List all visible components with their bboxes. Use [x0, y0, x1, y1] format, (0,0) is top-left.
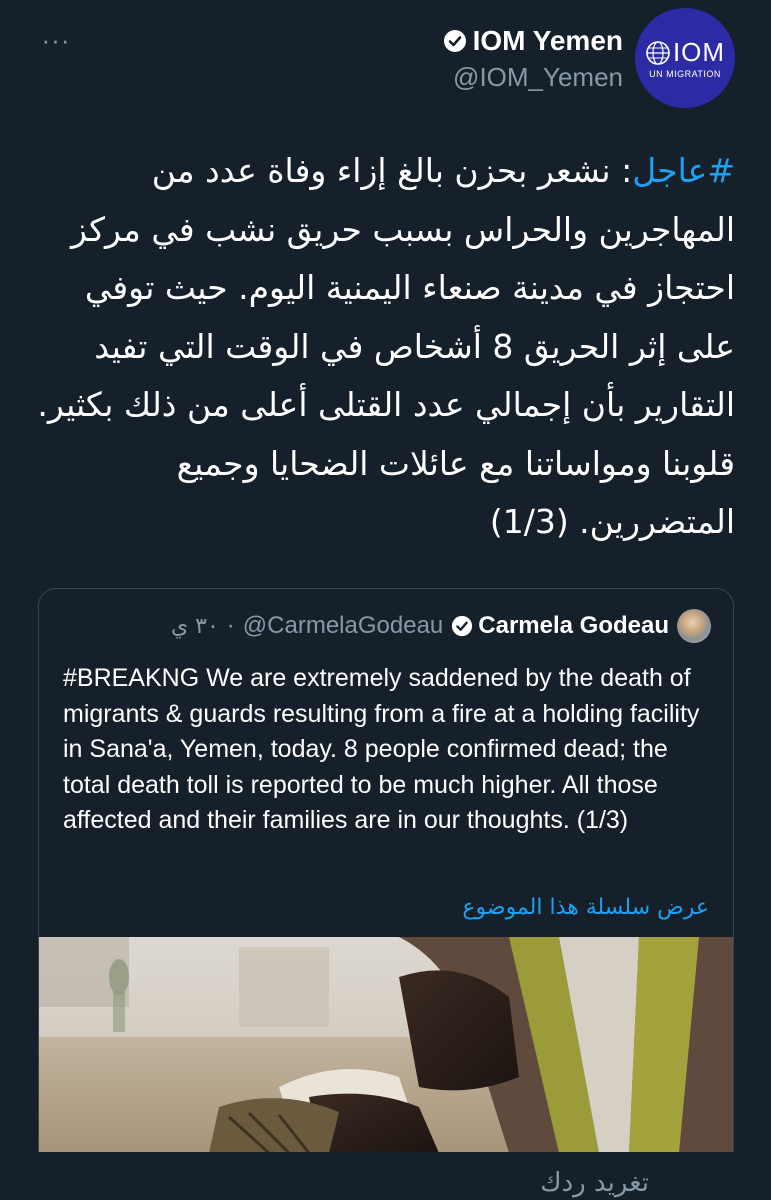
quoted-tweet-card[interactable]: ٣٠ ي · @CarmelaGodeau Carmela Godeau #BR… [38, 588, 734, 1200]
verified-icon [452, 615, 473, 637]
photo-illustration [39, 937, 733, 1153]
more-icon: ··· [41, 25, 71, 55]
quoted-tweet-separator: · [226, 612, 235, 639]
quoted-tweet-header: ٣٠ ي · @CarmelaGodeau Carmela Godeau [171, 609, 711, 643]
reply-input-hint[interactable]: تغريد ردك [540, 1168, 649, 1200]
avatar-logo-subtext: UN MIGRATION [649, 69, 721, 79]
quoted-tweet-time[interactable]: ٣٠ ي [171, 614, 219, 639]
quoted-tweet-name: Carmela Godeau [478, 612, 669, 639]
iom-logo-icon [646, 40, 670, 65]
avatar[interactable]: IOM UN MIGRATION [635, 8, 735, 108]
tweet-hashtag[interactable]: #عاجل [632, 151, 735, 190]
tweet-body: : نشعر بحزن بالغ إزاء وفاة عدد من المهاج… [37, 151, 735, 541]
quoted-tweet-avatar [677, 609, 711, 643]
show-thread-link[interactable]: عرض سلسلة هذا الموضوع [462, 895, 709, 920]
author-info[interactable]: IOM Yemen @IOM_Yemen [443, 24, 623, 94]
quoted-tweet-image[interactable] [39, 937, 733, 1153]
reply-bar [0, 1152, 771, 1200]
avatar-logo-text: IOM [672, 37, 726, 67]
tweet-detail-page: ··· IOM Yemen @IOM_Yemen IOM UN MIGRATIO… [0, 0, 771, 1200]
quoted-tweet-handle: @CarmelaGodeau [242, 612, 444, 639]
quoted-tweet-author: Carmela Godeau [451, 612, 669, 640]
author-handle: @IOM_Yemen [453, 62, 623, 92]
author-name: IOM Yemen [472, 25, 623, 56]
quoted-tweet-text: #BREAKNG We are extremely saddened by th… [63, 664, 700, 834]
tweet-text: #عاجل: نشعر بحزن بالغ إزاء وفاة عدد من ا… [36, 142, 735, 552]
more-options-button[interactable]: ··· [36, 25, 76, 55]
verified-icon [443, 30, 466, 52]
